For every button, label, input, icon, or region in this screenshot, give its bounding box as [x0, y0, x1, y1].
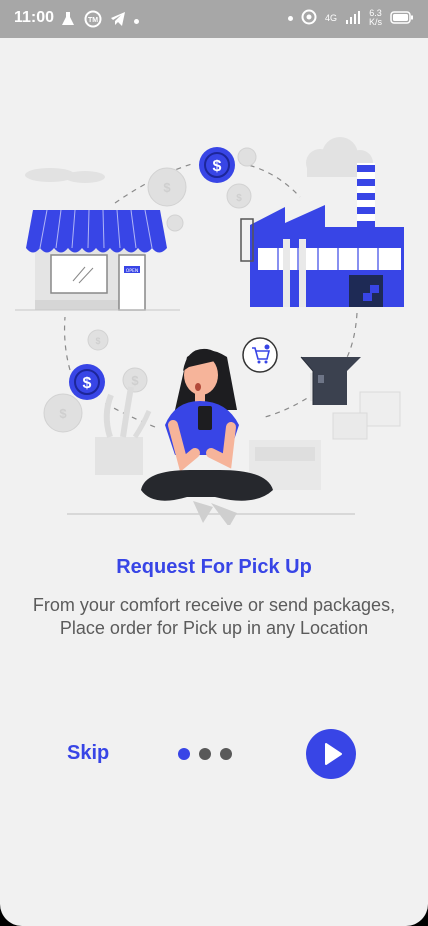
- page-dot[interactable]: [220, 748, 232, 760]
- next-button[interactable]: [306, 729, 356, 779]
- battery-icon: [390, 10, 414, 26]
- svg-text:$: $: [83, 375, 92, 392]
- onboarding-screen: 11:00 TM 4G 6.3 K/s $ $ $ $ $ $ $ OPEN R…: [0, 0, 428, 926]
- tm-badge-icon: TM: [84, 10, 102, 32]
- svg-text:$: $: [95, 336, 100, 346]
- description-line: Place order for Pick up in any Location: [59, 618, 369, 638]
- svg-text:$: $: [213, 158, 222, 175]
- factory-icon: [240, 163, 404, 307]
- svg-text:$: $: [59, 406, 67, 421]
- dollar-coin-icon: $: [69, 364, 105, 400]
- svg-text:$: $: [163, 180, 171, 195]
- page-indicator: [178, 748, 232, 760]
- page-dot[interactable]: [199, 748, 211, 760]
- page-dot-active[interactable]: [178, 748, 190, 760]
- play-arrow-icon: [325, 743, 342, 765]
- status-time: 11:00: [14, 9, 55, 26]
- store-sign-text: OPEN: [126, 268, 138, 274]
- package-box-icon: [300, 356, 401, 440]
- store-icon: OPEN: [15, 209, 180, 311]
- status-bar: 11:00 TM 4G 6.3 K/s: [0, 0, 428, 38]
- notification-dot-icon: [287, 15, 293, 21]
- svg-text:TM: TM: [88, 17, 98, 24]
- description-line: From your comfort receive or send packag…: [32, 595, 396, 615]
- network-type-label: 4G: [324, 13, 337, 23]
- svg-text:$: $: [236, 193, 242, 204]
- flask-icon: [60, 11, 76, 31]
- person-with-phone: [141, 348, 273, 525]
- network-speed: 6.3 K/s: [368, 8, 382, 27]
- pickup-illustration: $ $ $ $ $ $ $ OPEN: [15, 137, 404, 525]
- onboarding-description: From your comfort receive or send packag…: [0, 594, 428, 640]
- skip-button[interactable]: Skip: [67, 742, 109, 765]
- notification-dot-icon: [134, 18, 139, 24]
- telegram-icon: [110, 11, 126, 31]
- cart-bubble-icon: [242, 337, 278, 373]
- dollar-coin-icon: $: [199, 147, 235, 183]
- onboarding-title: Request For Pick Up: [116, 556, 312, 578]
- signal-icon: [345, 10, 361, 26]
- hotspot-icon: [301, 9, 317, 27]
- svg-text:$: $: [131, 373, 139, 388]
- cloud-shape: [25, 137, 373, 183]
